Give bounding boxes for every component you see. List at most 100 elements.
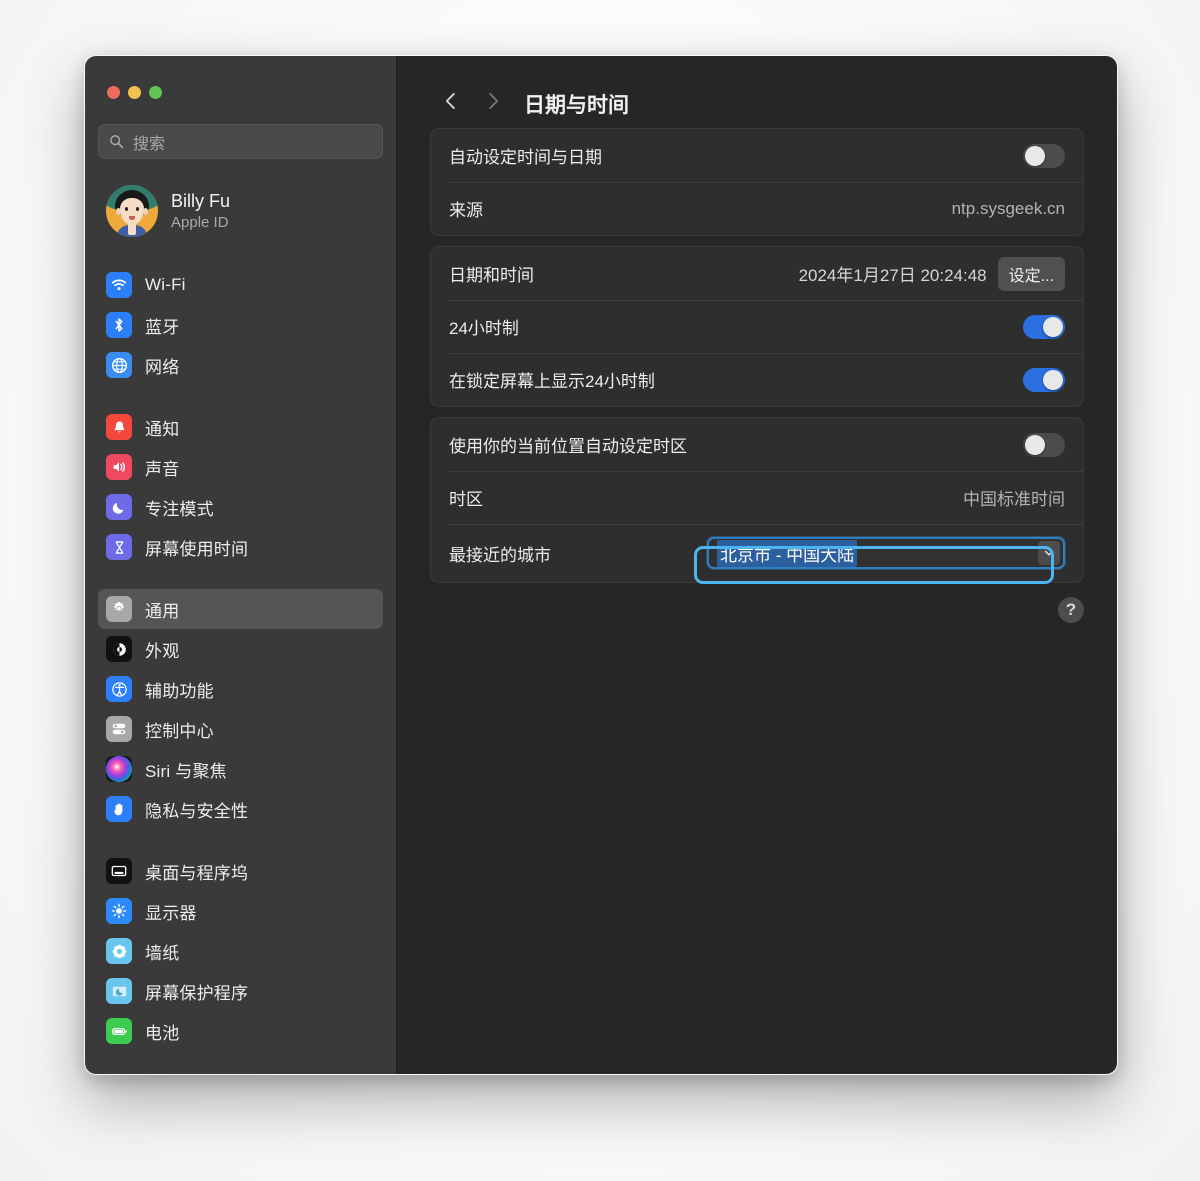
sidebar-item-label: Siri 与聚焦 bbox=[145, 761, 227, 781]
sidebar-item-bluetooth[interactable]: 蓝牙 bbox=[98, 305, 383, 345]
sidebar-group-desktop: 桌面与程序坞 显示器 墙纸 屏幕保护程序 电池 bbox=[98, 851, 383, 1051]
account-subtitle: Apple ID bbox=[171, 214, 229, 231]
datetime-card: 日期和时间 2024年1月27日 20:24:48 设定... 24小时制 在锁… bbox=[430, 246, 1084, 407]
sidebar-item-desktop-dock[interactable]: 桌面与程序坞 bbox=[98, 851, 383, 891]
appearance-contrast-icon bbox=[106, 636, 132, 662]
accessibility-icon bbox=[106, 676, 132, 702]
sidebar-item-battery[interactable]: 电池 bbox=[98, 1011, 383, 1051]
closest-city-combobox[interactable]: 北京市 - 中国大陆 bbox=[707, 537, 1065, 569]
sidebar-item-label: 隐私与安全性 bbox=[145, 801, 249, 821]
search-icon bbox=[109, 134, 124, 149]
sidebar-item-label: 外观 bbox=[145, 641, 180, 661]
back-button[interactable] bbox=[430, 87, 472, 121]
sidebar-group-alerts: 通知 声音 专注模式 屏幕使用时间 bbox=[98, 407, 383, 567]
sidebar-item-label: 通知 bbox=[145, 419, 180, 439]
screen-time-hourglass-icon bbox=[106, 534, 132, 560]
minimize-button[interactable] bbox=[128, 86, 141, 99]
h24-lockscreen-toggle[interactable] bbox=[1023, 367, 1065, 392]
source-label: 来源 bbox=[449, 201, 483, 220]
traffic-lights bbox=[98, 56, 383, 99]
timezone-value: 中国标准时间 bbox=[963, 490, 1065, 509]
search-input[interactable]: 搜索 bbox=[98, 124, 383, 159]
search-placeholder: 搜索 bbox=[133, 135, 166, 153]
page-title: 日期与时间 bbox=[524, 93, 629, 117]
sidebar-item-screensaver[interactable]: 屏幕保护程序 bbox=[98, 971, 383, 1011]
sidebar-item-control-center[interactable]: 控制中心 bbox=[98, 709, 383, 749]
toolbar: 日期与时间 bbox=[430, 56, 1084, 128]
sidebar-item-focus[interactable]: 专注模式 bbox=[98, 487, 383, 527]
sidebar-item-label: 电池 bbox=[145, 1023, 180, 1043]
privacy-hand-icon bbox=[106, 796, 132, 822]
closest-city-label: 最接近的城市 bbox=[449, 545, 551, 565]
account-name: Billy Fu bbox=[171, 191, 231, 211]
displays-brightness-icon bbox=[106, 898, 132, 924]
network-globe-icon bbox=[106, 352, 132, 378]
chevron-right-icon bbox=[482, 90, 504, 117]
help-button[interactable]: ? bbox=[1058, 597, 1084, 623]
apple-id-account-row[interactable]: Billy Fu Apple ID bbox=[98, 179, 383, 243]
sidebar-item-wifi[interactable]: Wi-Fi bbox=[98, 265, 383, 305]
timezone-label: 时区 bbox=[449, 490, 483, 509]
datetime-row: 日期和时间 2024年1月27日 20:24:48 设定... bbox=[431, 247, 1083, 300]
forward-button[interactable] bbox=[472, 87, 514, 121]
sidebar-item-label: 显示器 bbox=[145, 903, 197, 923]
source-value: ntp.sysgeek.cn bbox=[951, 198, 1065, 218]
notifications-bell-icon bbox=[106, 414, 132, 440]
sidebar-item-label: 屏幕使用时间 bbox=[145, 539, 249, 559]
timezone-card: 使用你的当前位置自动设定时区 时区 中国标准时间 最接近的城市 北京市 - 中国… bbox=[430, 417, 1084, 583]
siri-icon bbox=[106, 756, 132, 782]
sidebar-item-label: 网络 bbox=[145, 357, 180, 377]
sidebar-item-network[interactable]: 网络 bbox=[98, 345, 383, 385]
sidebar-item-displays[interactable]: 显示器 bbox=[98, 891, 383, 931]
wifi-icon bbox=[106, 272, 132, 298]
sidebar-item-wallpaper[interactable]: 墙纸 bbox=[98, 931, 383, 971]
sidebar-item-label: 控制中心 bbox=[145, 721, 214, 741]
sidebar-item-appearance[interactable]: 外观 bbox=[98, 629, 383, 669]
auto-datetime-toggle[interactable] bbox=[1023, 143, 1065, 168]
chevron-left-icon bbox=[440, 90, 462, 117]
datetime-label: 日期和时间 bbox=[449, 266, 534, 285]
battery-icon bbox=[106, 1018, 132, 1044]
help-row: ? bbox=[430, 597, 1084, 623]
auto-timezone-label: 使用你的当前位置自动设定时区 bbox=[449, 437, 687, 456]
h24-toggle[interactable] bbox=[1023, 314, 1065, 339]
sidebar-item-label: 声音 bbox=[145, 459, 180, 479]
sidebar-item-accessibility[interactable]: 辅助功能 bbox=[98, 669, 383, 709]
auto-timezone-toggle[interactable] bbox=[1023, 432, 1065, 457]
close-button[interactable] bbox=[107, 86, 120, 99]
auto-datetime-row[interactable]: 自动设定时间与日期 bbox=[431, 129, 1083, 182]
sidebar-item-sound[interactable]: 声音 bbox=[98, 447, 383, 487]
closest-city-row: 最接近的城市 北京市 - 中国大陆 bbox=[431, 524, 1083, 582]
timezone-row: 时区 中国标准时间 bbox=[431, 471, 1083, 524]
bluetooth-icon bbox=[106, 312, 132, 338]
sidebar-group-connectivity: Wi-Fi 蓝牙 网络 bbox=[98, 265, 383, 385]
h24-label: 24小时制 bbox=[449, 319, 519, 338]
h24-lockscreen-row[interactable]: 在锁定屏幕上显示24小时制 bbox=[431, 353, 1083, 406]
avatar bbox=[106, 185, 158, 237]
sidebar-item-label: 屏幕保护程序 bbox=[145, 983, 249, 1003]
sidebar-item-label: 墙纸 bbox=[145, 943, 180, 963]
auto-timezone-row[interactable]: 使用你的当前位置自动设定时区 bbox=[431, 418, 1083, 471]
sidebar-item-label: Wi-Fi bbox=[145, 275, 186, 294]
set-datetime-button[interactable]: 设定... bbox=[997, 256, 1065, 291]
desktop-dock-icon bbox=[106, 858, 132, 884]
sidebar-item-label: 专注模式 bbox=[145, 499, 214, 519]
wallpaper-flower-icon bbox=[106, 938, 132, 964]
settings-detail-pane: 日期与时间 自动设定时间与日期 来源 ntp.sysgeek.cn 日期和时间 bbox=[396, 56, 1117, 1074]
system-settings-window: 搜索 Billy Fu Apple ID Wi-Fi 蓝牙 网络 通知 声音 专… bbox=[84, 55, 1118, 1075]
sidebar-item-general[interactable]: 通用 bbox=[98, 589, 383, 629]
screensaver-icon bbox=[106, 978, 132, 1004]
chevron-down-icon[interactable] bbox=[1038, 541, 1060, 565]
sidebar-item-notifications[interactable]: 通知 bbox=[98, 407, 383, 447]
sidebar-item-privacy-security[interactable]: 隐私与安全性 bbox=[98, 789, 383, 829]
datetime-value: 2024年1月27日 20:24:48 bbox=[798, 266, 987, 285]
maximize-button[interactable] bbox=[149, 86, 162, 99]
h24-row[interactable]: 24小时制 bbox=[431, 300, 1083, 353]
focus-moon-icon bbox=[106, 494, 132, 520]
sidebar-item-siri-spotlight[interactable]: Siri 与聚焦 bbox=[98, 749, 383, 789]
sidebar-group-system: 通用 外观 辅助功能 控制中心 Siri 与聚焦 隐私与安全性 bbox=[98, 589, 383, 829]
sidebar-item-label: 桌面与程序坞 bbox=[145, 863, 249, 883]
auto-datetime-label: 自动设定时间与日期 bbox=[449, 148, 602, 167]
h24-lockscreen-label: 在锁定屏幕上显示24小时制 bbox=[449, 372, 655, 391]
sidebar-item-screen-time[interactable]: 屏幕使用时间 bbox=[98, 527, 383, 567]
